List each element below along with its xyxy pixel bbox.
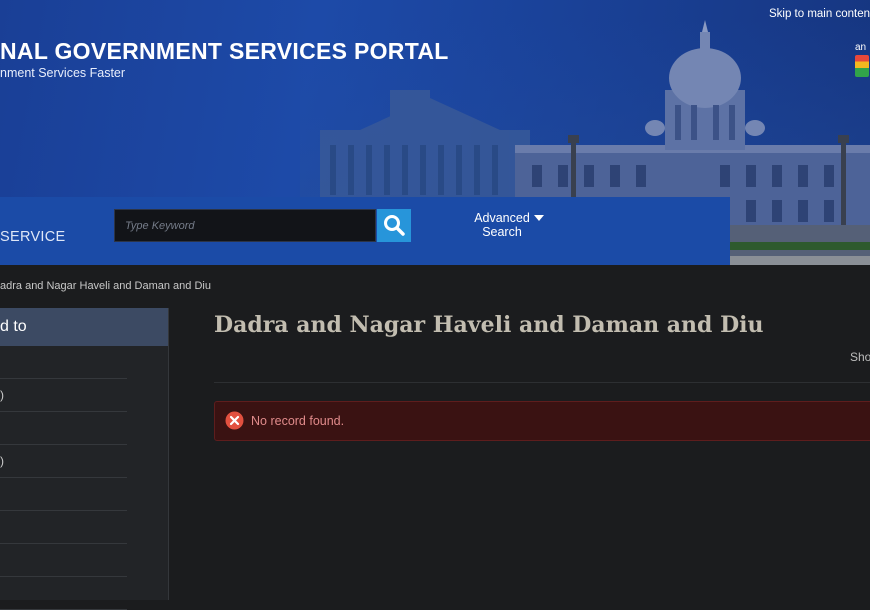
sidebar-item[interactable] [0, 346, 127, 379]
divider [214, 382, 870, 383]
no-record-alert: No record found. [214, 401, 870, 441]
search-icon [384, 215, 405, 236]
breadcrumb[interactable]: adra and Nagar Haveli and Daman and Diu [0, 280, 211, 292]
sidebar-item[interactable] [0, 412, 127, 445]
india-logo[interactable]: an [855, 42, 870, 77]
portal-title: NAL GOVERNMENT SERVICES PORTAL [0, 38, 449, 64]
caret-down-icon [534, 215, 544, 221]
search-button[interactable] [377, 209, 411, 242]
skip-to-main-link[interactable]: Skip to main conten [769, 8, 870, 20]
service-section-label: SERVICE [0, 229, 66, 245]
error-circle-icon [225, 411, 244, 430]
keyword-search-input[interactable] [114, 209, 376, 242]
portal-subtitle: nment Services Faster [0, 66, 126, 80]
sidebar: d to ) ) [0, 308, 169, 610]
sidebar-item[interactable]: ) [0, 379, 127, 412]
advanced-search-label-line2: Search [482, 225, 522, 239]
sidebar-item[interactable] [0, 478, 127, 511]
sidebar-item[interactable]: ) [0, 445, 127, 478]
india-logo-icon [855, 55, 869, 77]
advanced-search-toggle[interactable]: Advanced Search [452, 211, 552, 239]
alert-message: No record found. [251, 414, 345, 428]
sidebar-heading: d to [0, 308, 168, 346]
page-title: Dadra and Nagar Haveli and Daman and Diu [214, 312, 764, 338]
site-header: Skip to main conten NAL GOVERNMENT SERVI… [0, 0, 870, 265]
show-per-page-label: Sho [850, 350, 870, 364]
sidebar-item[interactable] [0, 511, 127, 544]
logo-text: an [855, 42, 867, 53]
sidebar-item[interactable] [0, 544, 127, 577]
sidebar-item[interactable] [0, 577, 127, 610]
